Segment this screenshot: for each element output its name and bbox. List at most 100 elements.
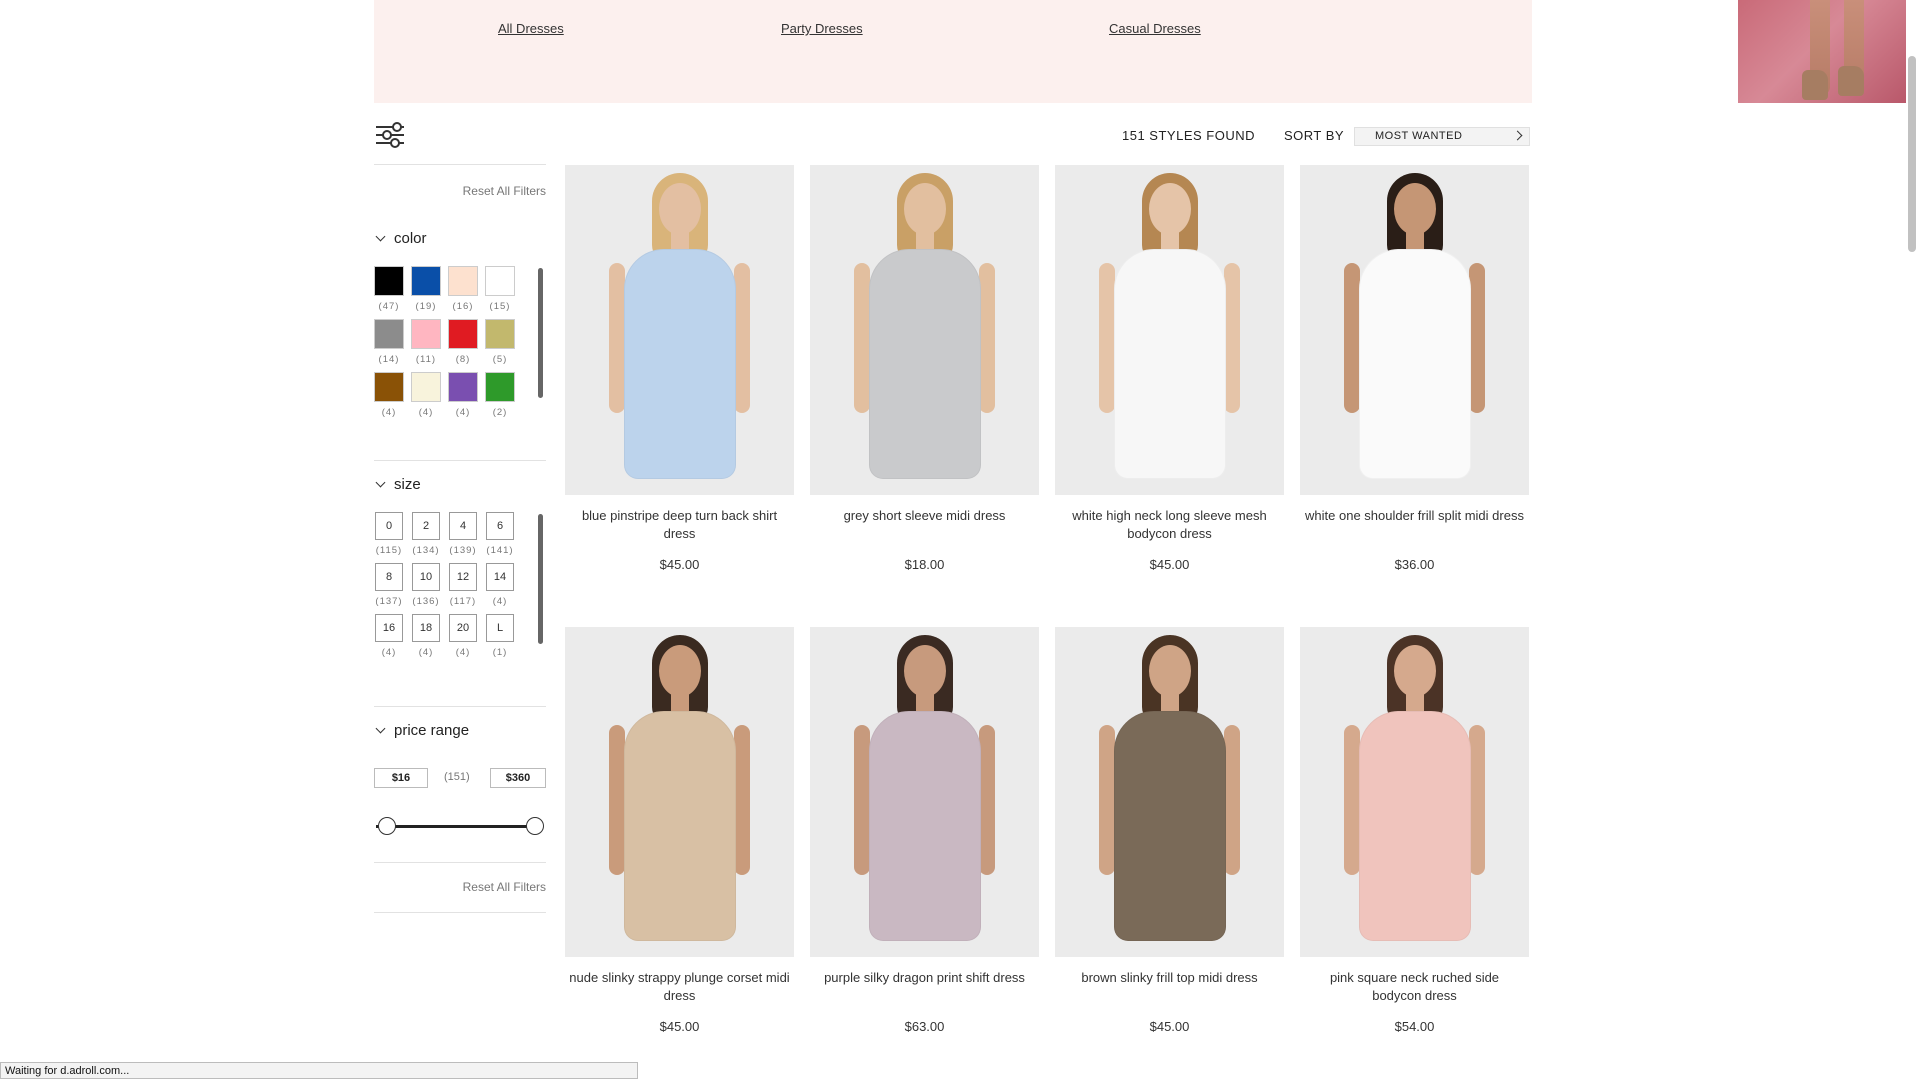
product-name[interactable]: nude slinky strappy plunge corset midi d… xyxy=(565,969,794,1009)
product-card[interactable]: white one shoulder frill split midi dres… xyxy=(1300,165,1529,572)
size-button[interactable]: 4 xyxy=(449,512,477,540)
product-image[interactable] xyxy=(1055,627,1284,957)
product-card[interactable]: purple silky dragon print shift dress $63… xyxy=(810,627,1039,1034)
color-swatch[interactable] xyxy=(411,319,441,349)
size-option[interactable]: 0 (115) xyxy=(374,512,404,557)
party-dresses-link[interactable]: Party Dresses xyxy=(781,21,863,36)
reset-all-filters-link-bottom[interactable]: Reset All Filters xyxy=(463,880,546,894)
color-swatch[interactable] xyxy=(374,372,404,402)
product-name[interactable]: brown slinky frill top midi dress xyxy=(1055,969,1284,1009)
product-name[interactable]: grey short sleeve midi dress xyxy=(810,507,1039,547)
color-facet-title: color xyxy=(394,230,427,247)
size-facet-scrollbar[interactable] xyxy=(538,514,543,644)
color-swatch-option[interactable]: (47) xyxy=(374,266,404,313)
color-swatch-option[interactable]: (2) xyxy=(485,372,515,419)
color-count: (4) xyxy=(455,407,471,418)
product-image[interactable] xyxy=(1300,165,1529,495)
casual-dresses-link[interactable]: Casual Dresses xyxy=(1109,21,1201,36)
size-option[interactable]: 8 (137) xyxy=(374,563,404,608)
color-count: (14) xyxy=(378,354,400,365)
divider xyxy=(374,912,546,913)
color-swatch-option[interactable]: (4) xyxy=(411,372,441,419)
color-swatch[interactable] xyxy=(485,266,515,296)
price-min-field[interactable]: $16 xyxy=(374,768,428,788)
size-button[interactable]: 0 xyxy=(375,512,403,540)
size-button[interactable]: 20 xyxy=(449,614,477,642)
color-swatch[interactable] xyxy=(485,372,515,402)
price-min-slider-handle[interactable] xyxy=(378,817,396,835)
size-button[interactable]: L xyxy=(486,614,514,642)
reset-all-filters-link[interactable]: Reset All Filters xyxy=(463,184,546,198)
size-option[interactable]: 10 (136) xyxy=(411,563,441,608)
product-card[interactable]: white high neck long sleeve mesh bodycon… xyxy=(1055,165,1284,572)
product-image[interactable] xyxy=(1055,165,1284,495)
color-swatch-option[interactable]: (15) xyxy=(485,266,515,313)
product-card[interactable]: pink square neck ruched side bodycon dre… xyxy=(1300,627,1529,1034)
size-button[interactable]: 8 xyxy=(375,563,403,591)
size-button[interactable]: 14 xyxy=(486,563,514,591)
size-option[interactable]: 20 (4) xyxy=(448,614,478,659)
size-button[interactable]: 6 xyxy=(486,512,514,540)
filter-settings-icon[interactable] xyxy=(376,122,404,148)
product-name[interactable]: purple silky dragon print shift dress xyxy=(810,969,1039,1009)
page-scrollbar[interactable] xyxy=(1908,56,1916,252)
product-card[interactable]: blue pinstripe deep turn back shirt dres… xyxy=(565,165,794,572)
size-option[interactable]: 12 (117) xyxy=(448,563,478,608)
color-swatch-option[interactable]: (11) xyxy=(411,319,441,366)
color-swatch[interactable] xyxy=(411,372,441,402)
color-swatch[interactable] xyxy=(411,266,441,296)
price-max-field[interactable]: $360 xyxy=(490,768,546,788)
size-option[interactable]: L (1) xyxy=(485,614,515,659)
color-facet-scrollbar[interactable] xyxy=(538,268,543,398)
size-option[interactable]: 18 (4) xyxy=(411,614,441,659)
size-button[interactable]: 18 xyxy=(412,614,440,642)
product-card[interactable]: brown slinky frill top midi dress $45.00 xyxy=(1055,627,1284,1034)
product-name[interactable]: blue pinstripe deep turn back shirt dres… xyxy=(565,507,794,547)
price-max-slider-handle[interactable] xyxy=(526,817,544,835)
color-swatch-option[interactable]: (19) xyxy=(411,266,441,313)
product-name[interactable]: white one shoulder frill split midi dres… xyxy=(1300,507,1529,547)
product-card[interactable]: nude slinky strappy plunge corset midi d… xyxy=(565,627,794,1034)
color-facet-toggle[interactable]: color xyxy=(374,230,427,247)
all-dresses-link[interactable]: All Dresses xyxy=(498,21,564,36)
size-button[interactable]: 10 xyxy=(412,563,440,591)
color-swatch[interactable] xyxy=(448,319,478,349)
product-image[interactable] xyxy=(565,627,794,957)
price-range-slider-track[interactable] xyxy=(376,825,542,828)
color-swatch[interactable] xyxy=(448,372,478,402)
size-option[interactable]: 4 (139) xyxy=(448,512,478,557)
color-swatch-option[interactable]: (16) xyxy=(448,266,478,313)
product-image[interactable] xyxy=(810,165,1039,495)
size-option[interactable]: 16 (4) xyxy=(374,614,404,659)
color-swatch[interactable] xyxy=(448,266,478,296)
size-option[interactable]: 2 (134) xyxy=(411,512,441,557)
color-swatch[interactable] xyxy=(374,266,404,296)
sort-by-select[interactable]: MOST WANTED xyxy=(1354,127,1530,146)
product-image[interactable] xyxy=(565,165,794,495)
color-swatch-option[interactable]: (5) xyxy=(485,319,515,366)
size-count: (4) xyxy=(455,647,471,658)
color-count: (11) xyxy=(415,354,437,365)
price-range-facet-toggle[interactable]: price range xyxy=(374,722,469,739)
divider xyxy=(374,862,546,863)
product-card[interactable]: grey short sleeve midi dress $18.00 xyxy=(810,165,1039,572)
color-swatch[interactable] xyxy=(374,319,404,349)
product-name[interactable]: pink square neck ruched side bodycon dre… xyxy=(1300,969,1529,1009)
color-swatch-option[interactable]: (14) xyxy=(374,319,404,366)
size-button[interactable]: 16 xyxy=(375,614,403,642)
size-option[interactable]: 6 (141) xyxy=(485,512,515,557)
color-swatch[interactable] xyxy=(485,319,515,349)
size-button[interactable]: 2 xyxy=(412,512,440,540)
size-facet-toggle[interactable]: size xyxy=(374,476,421,493)
product-image[interactable] xyxy=(1300,627,1529,957)
color-swatch-option[interactable]: (4) xyxy=(374,372,404,419)
product-name[interactable]: white high neck long sleeve mesh bodycon… xyxy=(1055,507,1284,547)
product-image[interactable] xyxy=(810,627,1039,957)
color-swatch-option[interactable]: (8) xyxy=(448,319,478,366)
size-count: (136) xyxy=(412,596,440,607)
color-count: (2) xyxy=(492,407,508,418)
size-count: (137) xyxy=(375,596,403,607)
size-button[interactable]: 12 xyxy=(449,563,477,591)
size-option[interactable]: 14 (4) xyxy=(485,563,515,608)
color-swatch-option[interactable]: (4) xyxy=(448,372,478,419)
